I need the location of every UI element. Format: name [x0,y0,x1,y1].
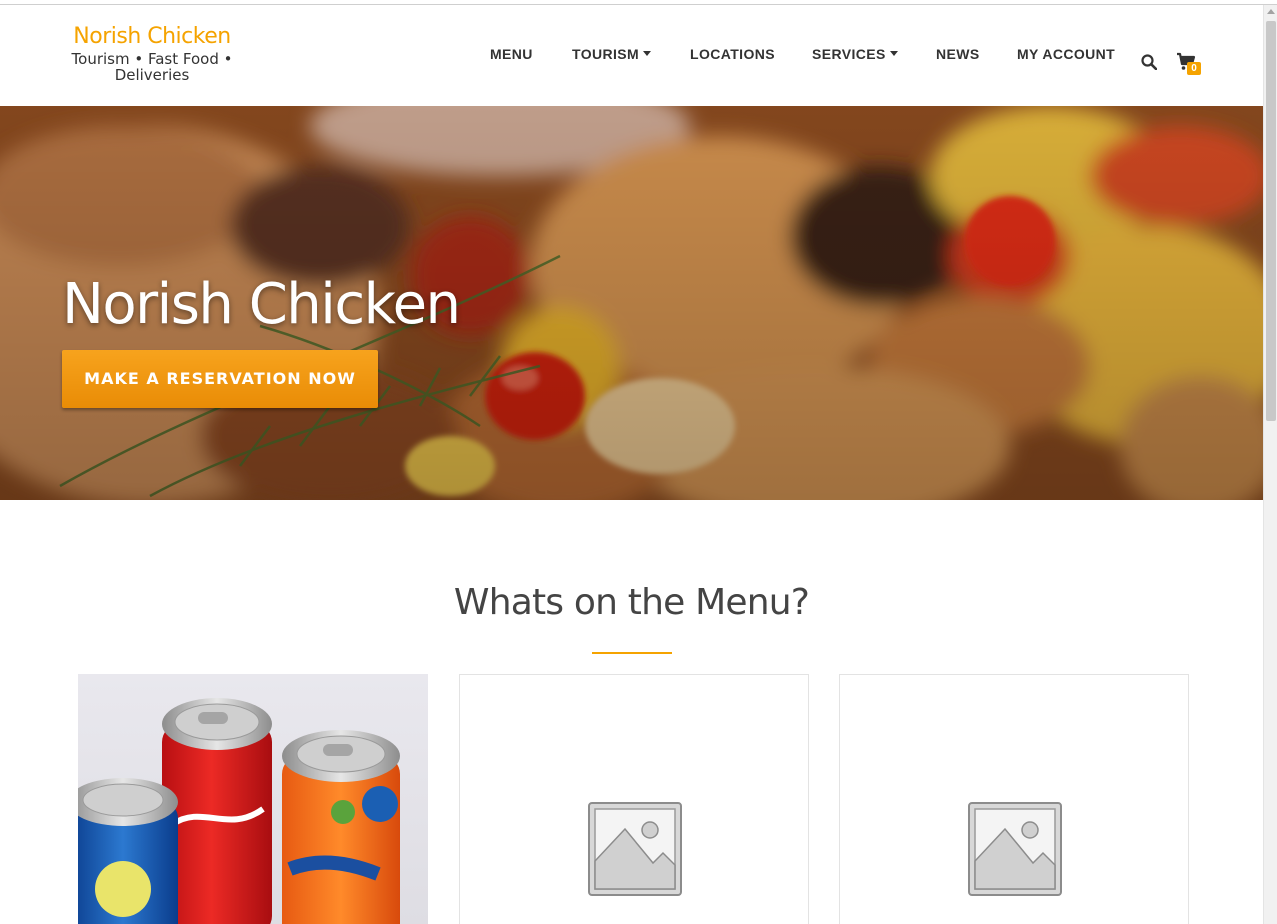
soda-cans-photo [78,674,428,924]
menu-card-placeholder[interactable] [459,674,809,924]
nav-item-menu[interactable]: MENU [490,46,533,62]
nav-item-locations[interactable]: LOCATIONS [690,46,775,62]
section-divider [592,652,672,654]
hero-banner: Norish Chicken MAKE A RESERVATION NOW [0,106,1263,500]
site-title[interactable]: Norish Chicken [62,24,242,49]
site-tagline: Tourism • Fast Food • Deliveries [62,51,242,83]
menu-section-title: Whats on the Menu? [453,582,810,623]
nav-item-services-label: SERVICES [812,46,886,62]
menu-card-drinks[interactable] [78,674,428,924]
nav-item-tourism-label: TOURISM [572,46,640,62]
menu-card-placeholder[interactable] [839,674,1189,924]
search-icon[interactable] [1141,54,1157,70]
placeholder-image-icon [968,802,1062,896]
caret-down-icon [643,51,652,56]
scroll-up-arrow-icon[interactable] [1267,9,1275,14]
nav-item-news[interactable]: NEWS [936,46,980,62]
scrollbar-thumb[interactable] [1266,21,1276,421]
nav-item-locations-label: LOCATIONS [690,46,776,62]
browser-top-border [0,0,1277,5]
cart-count-badge: 0 [1187,62,1201,75]
nav-item-menu-label: MENU [490,46,533,62]
site-tagline-line-1: Tourism • Fast Food • [71,50,233,68]
hero-title: Norish Chicken [62,272,461,337]
placeholder-image-icon [588,802,682,896]
site-tagline-line-2: Deliveries [114,66,190,84]
nav-item-services[interactable]: SERVICES [812,46,898,62]
nav-item-tourism[interactable]: TOURISM [572,46,652,62]
site-header: Norish Chicken Tourism • Fast Food • Del… [0,6,1263,106]
nav-item-my-account-label: MY ACCOUNT [1017,46,1116,62]
page-scrollbar[interactable] [1263,5,1277,924]
caret-down-icon [889,51,898,56]
nav-item-my-account[interactable]: MY ACCOUNT [1017,46,1115,62]
nav-item-news-label: NEWS [936,46,980,62]
make-reservation-button[interactable]: MAKE A RESERVATION NOW [62,350,378,408]
site-logo[interactable]: Norish Chicken Tourism • Fast Food • Del… [62,24,242,83]
